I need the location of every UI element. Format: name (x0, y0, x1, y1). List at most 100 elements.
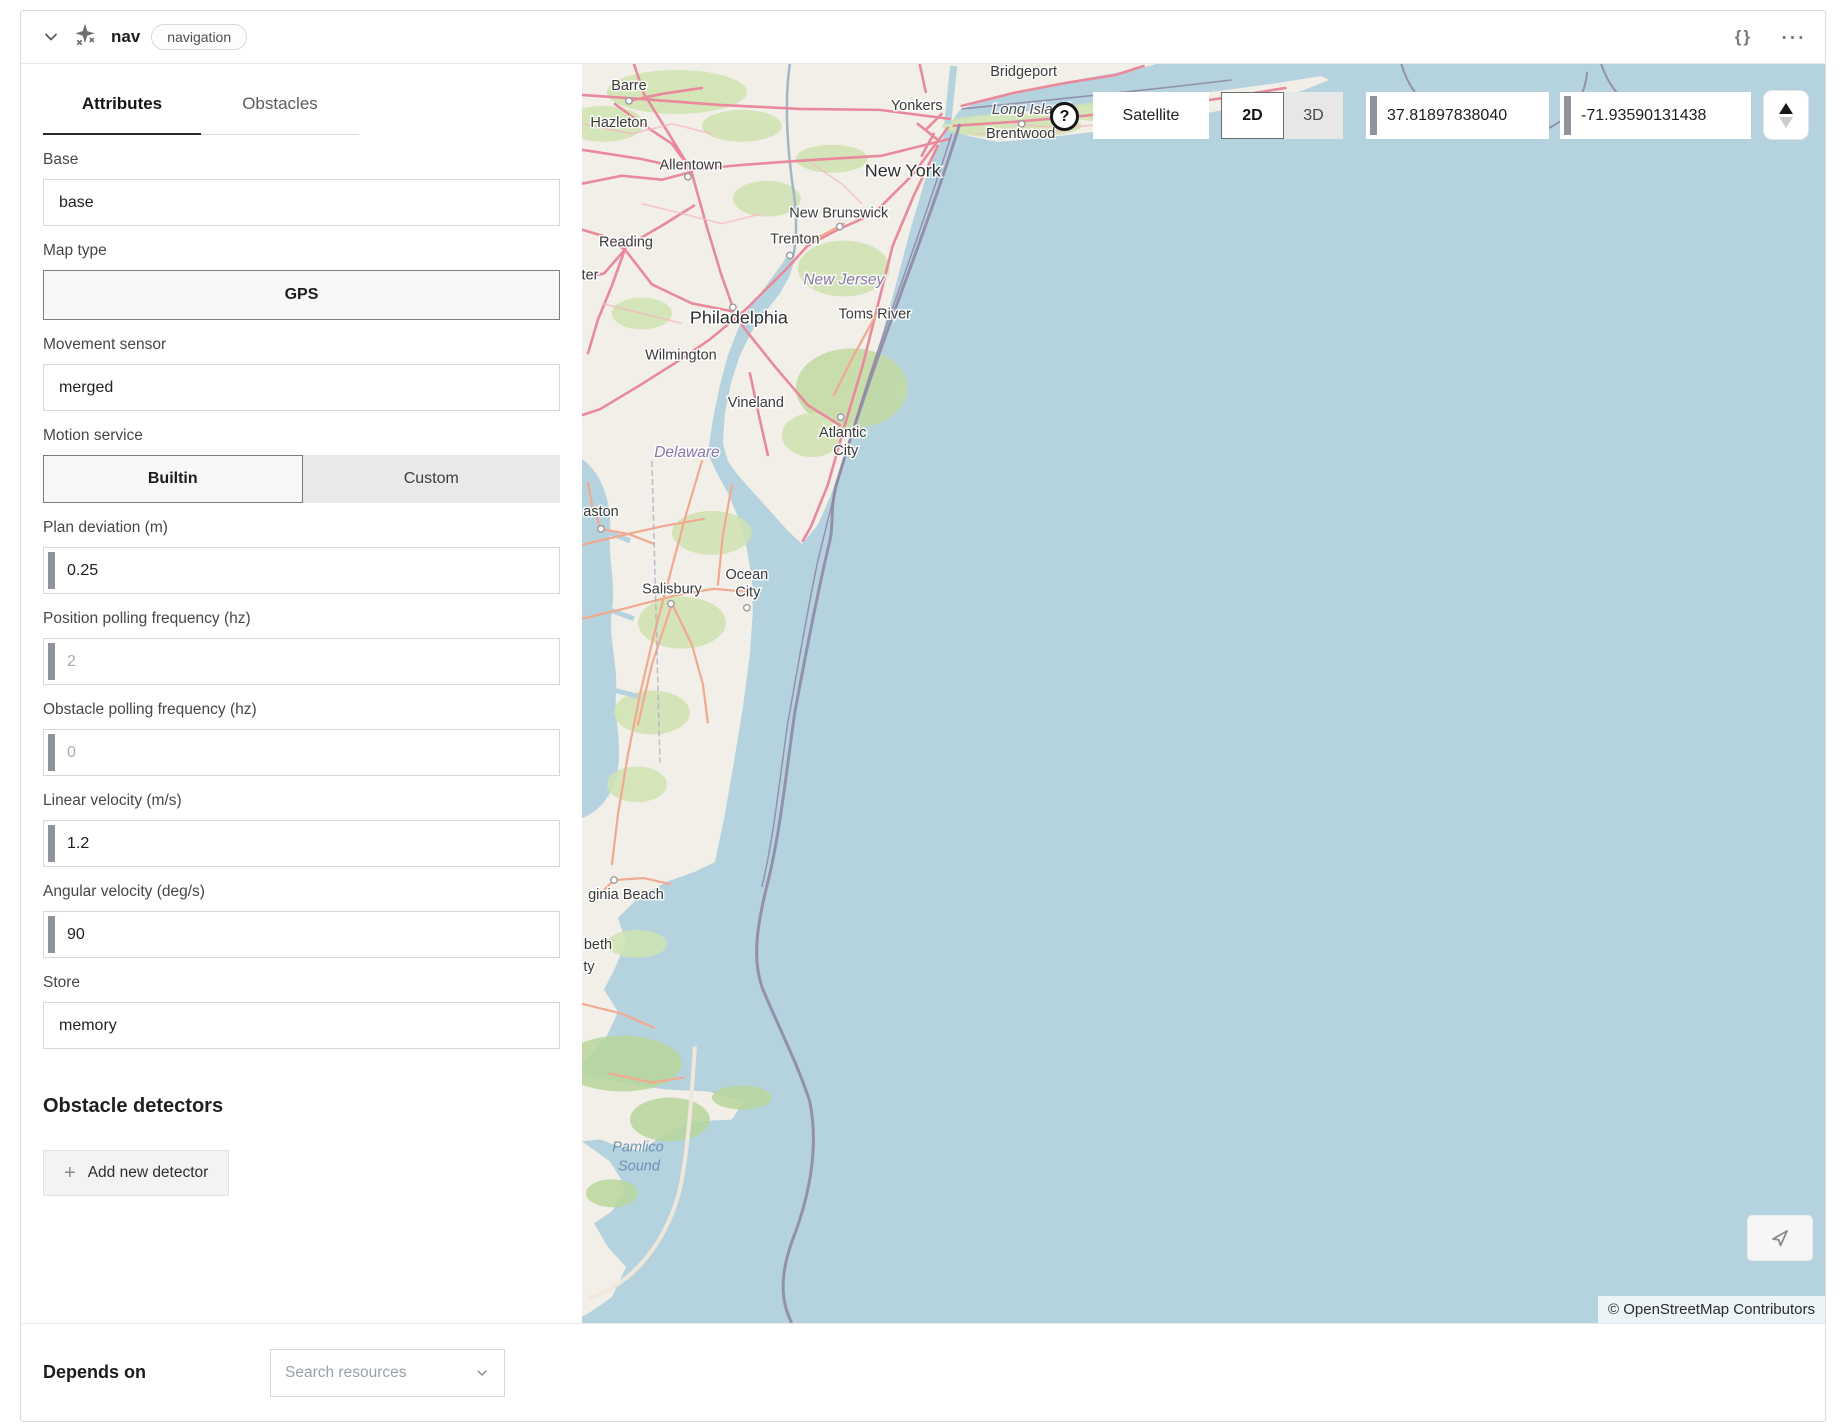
collapse-chevron-icon[interactable] (41, 27, 61, 47)
svg-text:ter: ter (582, 267, 599, 283)
svg-text:Hazleton: Hazleton (590, 115, 647, 131)
position-polling-field (43, 638, 560, 685)
position-polling-label: Position polling frequency (hz) (43, 610, 560, 628)
motion-service-label: Motion service (43, 427, 560, 445)
satellite-toggle-button[interactable]: Satellite (1093, 92, 1209, 139)
svg-text:Trenton: Trenton (770, 232, 819, 248)
svg-text:aston: aston (583, 504, 618, 520)
zoom-stepper[interactable] (1763, 90, 1809, 140)
svg-text:ginia Beach: ginia Beach (588, 887, 664, 903)
number-drag-handle[interactable] (1564, 96, 1571, 135)
number-drag-handle[interactable] (1370, 96, 1377, 135)
motion-service-builtin[interactable]: Builtin (43, 455, 303, 503)
card-footer: Depends on Search resources (21, 1323, 1825, 1421)
svg-text:Pamlico: Pamlico (612, 1139, 664, 1155)
resource-type-badge: navigation (151, 24, 247, 50)
plan-deviation-field (43, 547, 560, 594)
linear-velocity-field (43, 820, 560, 867)
svg-text:New Brunswick: New Brunswick (789, 206, 889, 222)
svg-text:Ocean: Ocean (726, 567, 769, 583)
plan-deviation-label: Plan deviation (m) (43, 519, 560, 537)
plan-deviation-input[interactable] (55, 548, 559, 593)
motion-service-custom[interactable]: Custom (303, 455, 561, 503)
depends-on-placeholder: Search resources (285, 1364, 406, 1382)
svg-text:City: City (735, 585, 761, 601)
map-attribution: © OpenStreetMap Contributors (1598, 1296, 1825, 1323)
number-drag-handle[interactable] (48, 734, 55, 771)
resource-card: nav navigation {} ⋯ Attributes Obstacles… (20, 10, 1826, 1422)
motion-service-toggle: Builtin Custom (43, 455, 560, 503)
more-menu-icon[interactable]: ⋯ (1780, 32, 1805, 42)
svg-text:Atlantic: Atlantic (819, 425, 866, 441)
depends-on-select[interactable]: Search resources (270, 1349, 505, 1397)
panel-tabs: Attributes Obstacles (43, 84, 560, 135)
recenter-button[interactable] (1747, 1215, 1813, 1261)
svg-text:Salisbury: Salisbury (642, 582, 702, 598)
tab-obstacles[interactable]: Obstacles (201, 84, 359, 135)
tab-attributes[interactable]: Attributes (43, 84, 201, 135)
svg-text:beth: beth (584, 937, 612, 953)
latitude-field (1366, 92, 1549, 139)
number-drag-handle[interactable] (48, 552, 55, 589)
angular-velocity-field (43, 911, 560, 958)
base-input[interactable] (43, 179, 560, 226)
svg-text:Sound: Sound (618, 1158, 661, 1174)
map-type-label: Map type (43, 242, 560, 260)
position-polling-input[interactable] (55, 639, 559, 684)
svg-text:New Jersey: New Jersey (803, 271, 885, 288)
map[interactable]: Barre Hazleton Allentown Readingter Philadel… (582, 64, 1825, 1323)
number-drag-handle[interactable] (48, 825, 55, 862)
angular-velocity-input[interactable] (55, 912, 559, 957)
card-content: Attributes Obstacles Base Map type GPS M… (21, 64, 1825, 1323)
store-label: Store (43, 974, 560, 992)
map-type-gps-button[interactable]: GPS (43, 270, 560, 320)
help-icon[interactable]: ? (1050, 102, 1079, 131)
obstacle-polling-label: Obstacle polling frequency (hz) (43, 701, 560, 719)
navigation-arrow-icon (1768, 1226, 1792, 1250)
number-drag-handle[interactable] (48, 916, 55, 953)
navigation-service-icon (72, 22, 98, 53)
longitude-input[interactable] (1571, 92, 1751, 139)
movement-sensor-input[interactable] (43, 364, 560, 411)
svg-text:ty: ty (583, 959, 595, 975)
svg-text:Brentwood: Brentwood (986, 126, 1055, 142)
svg-text:Vineland: Vineland (728, 395, 784, 411)
longitude-field (1560, 92, 1751, 139)
plus-icon: + (64, 1162, 76, 1185)
obstacle-detectors-heading: Obstacle detectors (43, 1095, 560, 1118)
svg-text:Reading: Reading (599, 235, 653, 251)
svg-text:Allentown: Allentown (660, 158, 723, 174)
config-panel: Attributes Obstacles Base Map type GPS M… (21, 64, 582, 1323)
obstacle-polling-input[interactable] (55, 730, 559, 775)
map-canvas: Barre Hazleton Allentown Readingter Philadel… (582, 64, 1825, 1323)
number-drag-handle[interactable] (48, 643, 55, 680)
svg-text:Barre: Barre (611, 78, 646, 94)
svg-text:Yonkers: Yonkers (891, 98, 943, 114)
add-detector-button[interactable]: + Add new detector (43, 1150, 229, 1196)
map-2d-button[interactable]: 2D (1221, 92, 1284, 139)
resource-title: nav (111, 27, 140, 47)
depends-on-heading: Depends on (43, 1362, 146, 1383)
step-up-icon[interactable] (1779, 103, 1793, 114)
map-3d-button[interactable]: 3D (1284, 92, 1343, 139)
svg-text:New York: New York (865, 161, 942, 181)
map-dimension-toggle: 2D 3D (1221, 92, 1343, 139)
svg-text:Bridgeport: Bridgeport (990, 64, 1057, 80)
svg-text:Philadelphia: Philadelphia (690, 307, 788, 327)
chevron-down-icon (474, 1365, 490, 1381)
svg-text:Delaware: Delaware (654, 444, 720, 461)
linear-velocity-input[interactable] (55, 821, 559, 866)
card-header: nav navigation {} ⋯ (21, 11, 1825, 64)
svg-text:City: City (833, 443, 859, 459)
latitude-input[interactable] (1377, 92, 1549, 139)
angular-velocity-label: Angular velocity (deg/s) (43, 883, 560, 901)
movement-sensor-label: Movement sensor (43, 336, 560, 354)
obstacle-polling-field (43, 729, 560, 776)
add-detector-label: Add new detector (88, 1164, 209, 1182)
json-mode-icon[interactable]: {} (1735, 27, 1752, 47)
step-down-icon[interactable] (1779, 117, 1793, 128)
store-input[interactable] (43, 1002, 560, 1049)
linear-velocity-label: Linear velocity (m/s) (43, 792, 560, 810)
base-label: Base (43, 151, 560, 169)
svg-text:Toms River: Toms River (839, 306, 912, 322)
